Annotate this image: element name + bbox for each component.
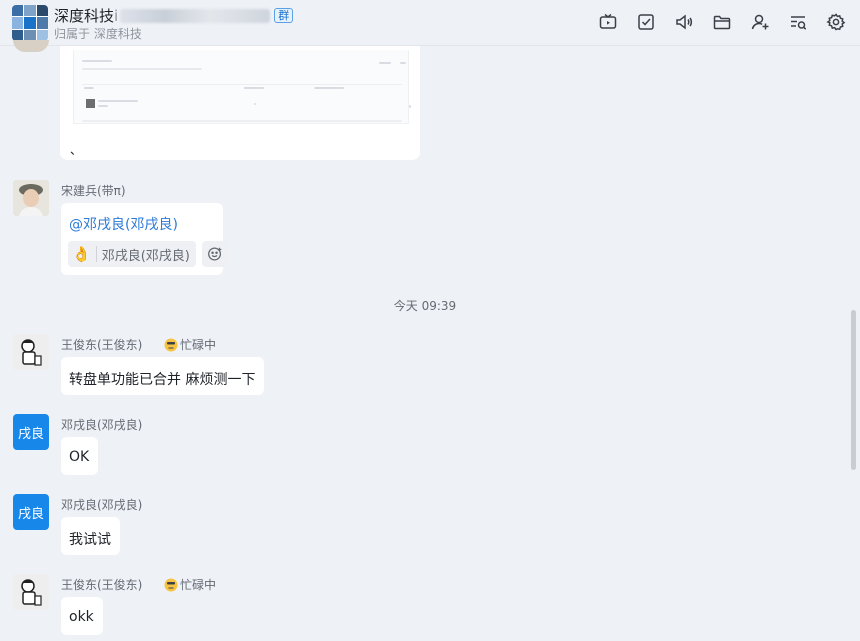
image-preview[interactable]: [73, 50, 411, 124]
add-emoji-icon: [207, 247, 222, 261]
header-toolbar: [598, 12, 846, 32]
avatar[interactable]: [13, 334, 49, 370]
message-bubble[interactable]: @邓戌良(邓戌良) 👌 邓戌良(邓戌良): [61, 203, 228, 275]
avatar[interactable]: [13, 180, 49, 216]
time-divider: 今天 09:39: [393, 299, 457, 313]
tv-icon[interactable]: [598, 12, 618, 32]
avatar[interactable]: 戌良: [13, 414, 49, 450]
add-member-icon[interactable]: [750, 12, 770, 32]
sender-name[interactable]: 邓戌良(邓戌良): [61, 416, 142, 433]
folder-icon[interactable]: [712, 12, 732, 32]
ok-hand-icon: 👌: [72, 245, 91, 263]
settings-icon[interactable]: [826, 12, 846, 32]
avatar[interactable]: 戌良: [13, 494, 49, 530]
image-message[interactable]: 、: [60, 46, 420, 160]
user-status: 忙碌中: [164, 576, 216, 593]
avatar[interactable]: [13, 40, 49, 52]
group-avatar[interactable]: [12, 5, 48, 41]
user-status: 忙碌中: [164, 336, 216, 353]
reaction-row: 👌 邓戌良(邓戌良): [68, 241, 228, 267]
message-text: 、: [70, 143, 83, 157]
message-bubble[interactable]: OK: [61, 437, 98, 475]
scrollbar[interactable]: [851, 310, 856, 470]
chat-header: 深度科技 i 群 归属于 深度科技: [0, 0, 860, 46]
busy-face-icon: [164, 578, 178, 591]
message-text: OK: [69, 449, 90, 465]
busy-face-icon: [164, 338, 178, 351]
search-list-icon[interactable]: [788, 12, 808, 32]
message-bubble[interactable]: 转盘单功能已合并 麻烦测一下: [61, 357, 264, 395]
sender-name[interactable]: 王俊东(王俊东): [61, 336, 142, 353]
group-title[interactable]: 深度科技 i 群: [54, 5, 294, 26]
group-tag: 群: [274, 8, 294, 23]
sender-name[interactable]: 王俊东(王俊东): [61, 576, 142, 593]
checkbox-icon[interactable]: [636, 12, 656, 32]
message-text: 我试试: [69, 532, 111, 548]
message-bubble[interactable]: okk: [61, 597, 103, 635]
speaker-icon[interactable]: [674, 12, 694, 32]
redacted-title: [120, 8, 271, 23]
group-subtitle[interactable]: 归属于 深度科技: [54, 25, 142, 42]
mention-link[interactable]: @邓戌良(邓戌良): [69, 214, 178, 234]
sender-name[interactable]: 邓戌良(邓戌良): [61, 496, 142, 513]
message-text: 转盘单功能已合并 麻烦测一下: [69, 372, 256, 388]
message-text: okk: [69, 609, 94, 625]
reaction-chip[interactable]: 👌 邓戌良(邓戌良): [68, 241, 196, 267]
message-bubble[interactable]: 我试试: [61, 517, 120, 555]
add-reaction-button[interactable]: [201, 241, 228, 267]
avatar[interactable]: [13, 574, 49, 610]
sender-name[interactable]: 宋建兵(带π): [61, 182, 126, 199]
